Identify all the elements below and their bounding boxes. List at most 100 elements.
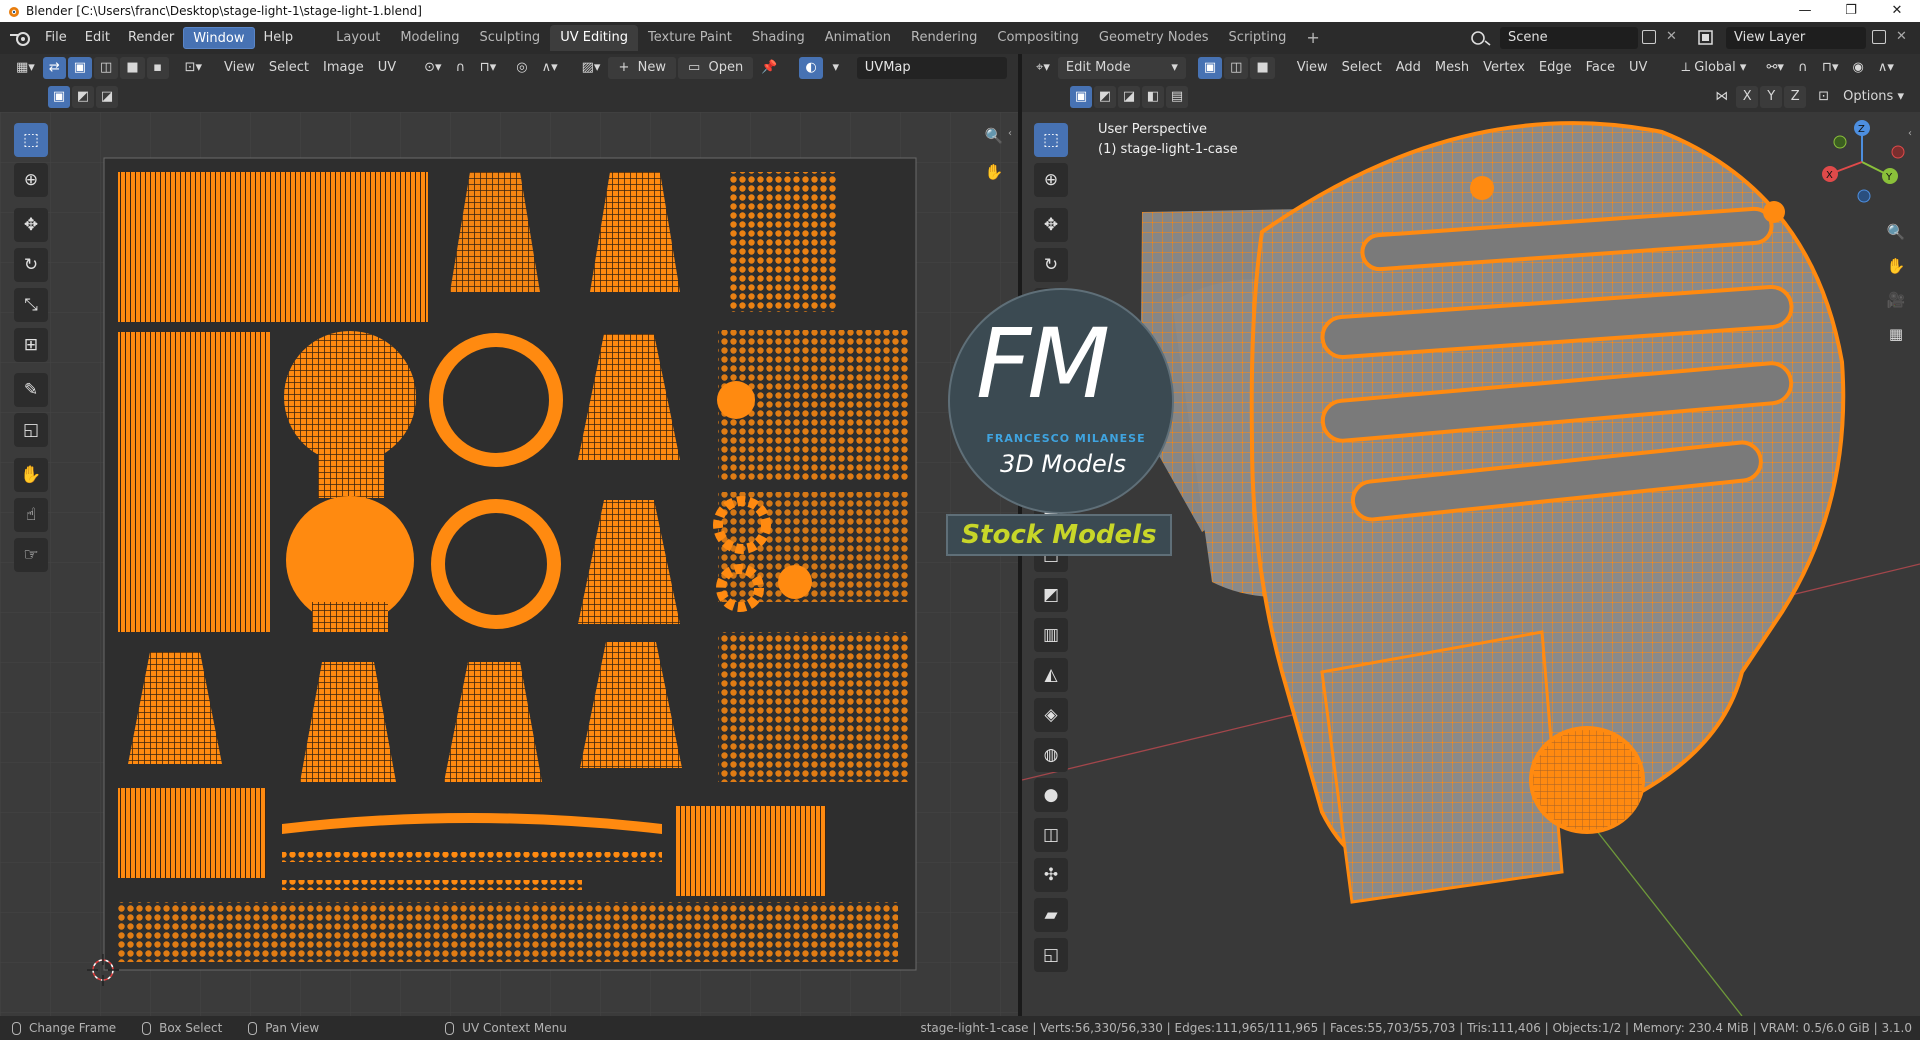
- vp-sidebar-toggle-icon[interactable]: ‹: [1908, 128, 1912, 139]
- vertex-select-mode-icon[interactable]: ▣: [67, 57, 93, 79]
- tab-rendering[interactable]: Rendering: [901, 25, 987, 51]
- rip-region-tool-icon[interactable]: ◱: [14, 413, 48, 447]
- snap-icon[interactable]: ∩: [450, 57, 472, 79]
- camera-view-icon[interactable]: 🎥: [1882, 286, 1910, 314]
- vp-select-new-icon[interactable]: ▣: [1070, 86, 1092, 108]
- select-subtract-icon[interactable]: ◪: [96, 86, 118, 108]
- view-layer-field[interactable]: View Layer: [1726, 27, 1866, 49]
- uv-zoom-icon[interactable]: 🔍: [980, 122, 1008, 150]
- grab-tool-icon[interactable]: ✋: [14, 458, 48, 492]
- delete-scene-icon[interactable]: ✕: [1666, 29, 1677, 44]
- auto-merge-icon[interactable]: ⊡: [1812, 86, 1835, 108]
- mode-selector[interactable]: Edit Mode ▾: [1057, 57, 1186, 79]
- new-image-button[interactable]: + New: [608, 57, 676, 79]
- vp-snap-icon[interactable]: ∩: [1792, 57, 1814, 79]
- pivot-point-icon[interactable]: ⚯▾: [1760, 57, 1789, 79]
- menu-window[interactable]: Window: [183, 27, 255, 49]
- pivot-icon[interactable]: ⊙▾: [418, 57, 447, 79]
- orientation-selector[interactable]: ⟂ Global ▾: [1675, 57, 1752, 79]
- tab-shading[interactable]: Shading: [742, 25, 815, 51]
- menu-render[interactable]: Render: [119, 27, 183, 49]
- tab-scripting[interactable]: Scripting: [1219, 25, 1297, 51]
- tab-modeling[interactable]: Modeling: [390, 25, 469, 51]
- falloff-icon[interactable]: ∧▾: [536, 57, 564, 79]
- new-scene-icon[interactable]: [1642, 30, 1656, 44]
- poly-build-tool-icon[interactable]: ◈: [1034, 698, 1068, 732]
- vp-falloff-icon[interactable]: ∧▾: [1872, 57, 1900, 79]
- edge-mode-icon[interactable]: ◫: [1224, 57, 1249, 79]
- minimize-button[interactable]: —: [1782, 0, 1828, 22]
- island-select-mode-icon[interactable]: ▪: [146, 57, 169, 79]
- vp-menu-face[interactable]: Face: [1580, 57, 1621, 79]
- uv-editor-canvas[interactable]: ⬚ ⊕ ✥ ↻ ⤡ ⊞ ✎ ◱ ✋ ☝ ☞ 🔍 ✋ ‹: [0, 112, 1018, 1016]
- vp-select-extend-icon[interactable]: ◩: [1094, 86, 1116, 108]
- knife-tool-icon[interactable]: ◭: [1034, 658, 1068, 692]
- vp-menu-select[interactable]: Select: [1336, 57, 1388, 79]
- face-select-mode-icon[interactable]: ■: [120, 57, 145, 79]
- vertex-mode-icon[interactable]: ▣: [1197, 57, 1223, 79]
- vp-menu-view[interactable]: View: [1291, 57, 1334, 79]
- relax-tool-icon[interactable]: ☝: [14, 498, 48, 532]
- vp-snap-target-icon[interactable]: ⊓▾: [1816, 57, 1845, 79]
- vp-select-invert-icon[interactable]: ◧: [1142, 86, 1164, 108]
- mirror-icon[interactable]: ⋈: [1709, 86, 1734, 108]
- vp-select-intersect-icon[interactable]: ▤: [1166, 86, 1188, 108]
- shrink-fatten-tool-icon[interactable]: ✣: [1034, 858, 1068, 892]
- bevel-tool-icon[interactable]: ◩: [1034, 578, 1068, 612]
- scale-tool-icon[interactable]: ⤡: [14, 288, 48, 322]
- maximize-button[interactable]: ❐: [1828, 0, 1874, 22]
- tab-layout[interactable]: Layout: [326, 25, 390, 51]
- annotate-tool-icon[interactable]: ✎: [14, 373, 48, 407]
- menu-edit[interactable]: Edit: [76, 27, 119, 49]
- mirror-y-button[interactable]: Y: [1760, 86, 1783, 108]
- vp-zoom-icon[interactable]: 🔍: [1882, 218, 1910, 246]
- move-tool-icon[interactable]: ✥: [14, 208, 48, 242]
- editor-type-icon[interactable]: ▦▾: [10, 57, 41, 79]
- overlays-dropdown-icon[interactable]: ▾: [825, 57, 847, 79]
- viewport-canvas[interactable]: User Perspective (1) stage-light-1-case …: [1022, 112, 1920, 1016]
- vp-proportional-icon[interactable]: ◉: [1847, 57, 1870, 79]
- tab-texture-paint[interactable]: Texture Paint: [638, 25, 742, 51]
- scene-icon[interactable]: [1468, 27, 1496, 49]
- image-browse-icon[interactable]: ▨▾: [576, 57, 607, 79]
- face-mode-icon[interactable]: ■: [1250, 57, 1275, 79]
- tab-sculpting[interactable]: Sculpting: [469, 25, 550, 51]
- perspective-toggle-icon[interactable]: ▦: [1882, 320, 1910, 348]
- select-extend-icon[interactable]: ◩: [72, 86, 94, 108]
- vp-pan-icon[interactable]: ✋: [1882, 252, 1910, 280]
- delete-view-layer-icon[interactable]: ✕: [1896, 29, 1907, 44]
- overlays-icon[interactable]: ◐: [799, 57, 823, 79]
- new-view-layer-icon[interactable]: [1872, 30, 1886, 44]
- vp-menu-edge[interactable]: Edge: [1533, 57, 1578, 79]
- rip-tool-icon[interactable]: ◱: [1034, 938, 1068, 972]
- vp-menu-mesh[interactable]: Mesh: [1429, 57, 1475, 79]
- select-new-icon[interactable]: ▣: [48, 86, 70, 108]
- options-button[interactable]: Options ▾: [1837, 86, 1910, 108]
- pinch-tool-icon[interactable]: ☞: [14, 538, 48, 572]
- vp-menu-add[interactable]: Add: [1390, 57, 1427, 79]
- spin-tool-icon[interactable]: ◍: [1034, 738, 1068, 772]
- menu-help[interactable]: Help: [255, 27, 303, 49]
- mirror-x-button[interactable]: X: [1736, 86, 1759, 108]
- vp-menu-vertex[interactable]: Vertex: [1477, 57, 1531, 79]
- tab-compositing[interactable]: Compositing: [987, 25, 1089, 51]
- uv-pan-icon[interactable]: ✋: [980, 158, 1008, 186]
- viewport-editor-type-icon[interactable]: ⌖▾: [1030, 57, 1056, 79]
- pin-icon[interactable]: 📌: [755, 57, 783, 79]
- tab-uv-editing[interactable]: UV Editing: [550, 25, 639, 51]
- vp-cursor-tool-icon[interactable]: ⊕: [1034, 163, 1068, 197]
- uv-menu-select[interactable]: Select: [263, 57, 315, 79]
- view-layer-icon[interactable]: [1694, 27, 1720, 49]
- transform-tool-icon[interactable]: ⊞: [14, 328, 48, 362]
- vp-menu-uv[interactable]: UV: [1623, 57, 1653, 79]
- smooth-tool-icon[interactable]: ●: [1034, 778, 1068, 812]
- blender-menu-icon[interactable]: [6, 27, 36, 49]
- scene-field[interactable]: Scene: [1500, 27, 1638, 49]
- menu-file[interactable]: File: [36, 27, 76, 49]
- add-workspace-button[interactable]: +: [1296, 25, 1329, 51]
- uv-menu-view[interactable]: View: [218, 57, 261, 79]
- uv-menu-uv[interactable]: UV: [372, 57, 402, 79]
- navigation-gizmo[interactable]: Z Y X: [1812, 112, 1912, 212]
- rotate-tool-icon[interactable]: ↻: [14, 248, 48, 282]
- proportional-edit-icon[interactable]: ◎: [510, 57, 533, 79]
